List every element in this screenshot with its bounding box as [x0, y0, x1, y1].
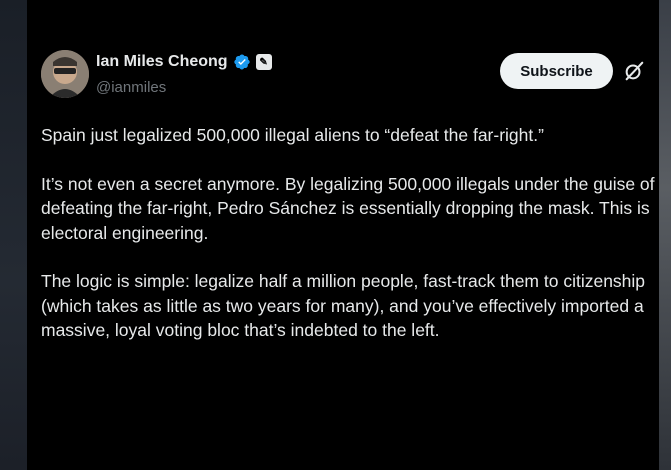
tweet-text: Spain just legalized 500,000 illegal ali… — [41, 123, 656, 367]
grok-icon[interactable] — [623, 60, 645, 82]
background-right-edge — [659, 0, 671, 470]
affiliation-badge-icon: ✎ — [255, 54, 272, 70]
tweet-paragraph: The logic is simple: legalize half a mil… — [41, 271, 646, 340]
author-handle[interactable]: @ianmiles — [96, 79, 166, 96]
subscribe-button[interactable]: Subscribe — [500, 53, 613, 89]
avatar[interactable] — [41, 50, 89, 98]
background-left-edge — [0, 0, 27, 470]
tweet-paragraph: It’s not even a secret anymore. By legal… — [41, 173, 655, 243]
author-name[interactable]: Ian Miles Cheong — [96, 53, 228, 71]
tweet-card: Ian Miles Cheong ✎ @ianmiles Subscribe S… — [27, 0, 659, 470]
avatar-image — [41, 50, 89, 98]
author-name-row: Ian Miles Cheong ✎ — [96, 53, 272, 71]
tweet-paragraph: Spain just legalized 500,000 illegal ali… — [41, 125, 544, 145]
verified-badge-icon — [233, 54, 250, 70]
